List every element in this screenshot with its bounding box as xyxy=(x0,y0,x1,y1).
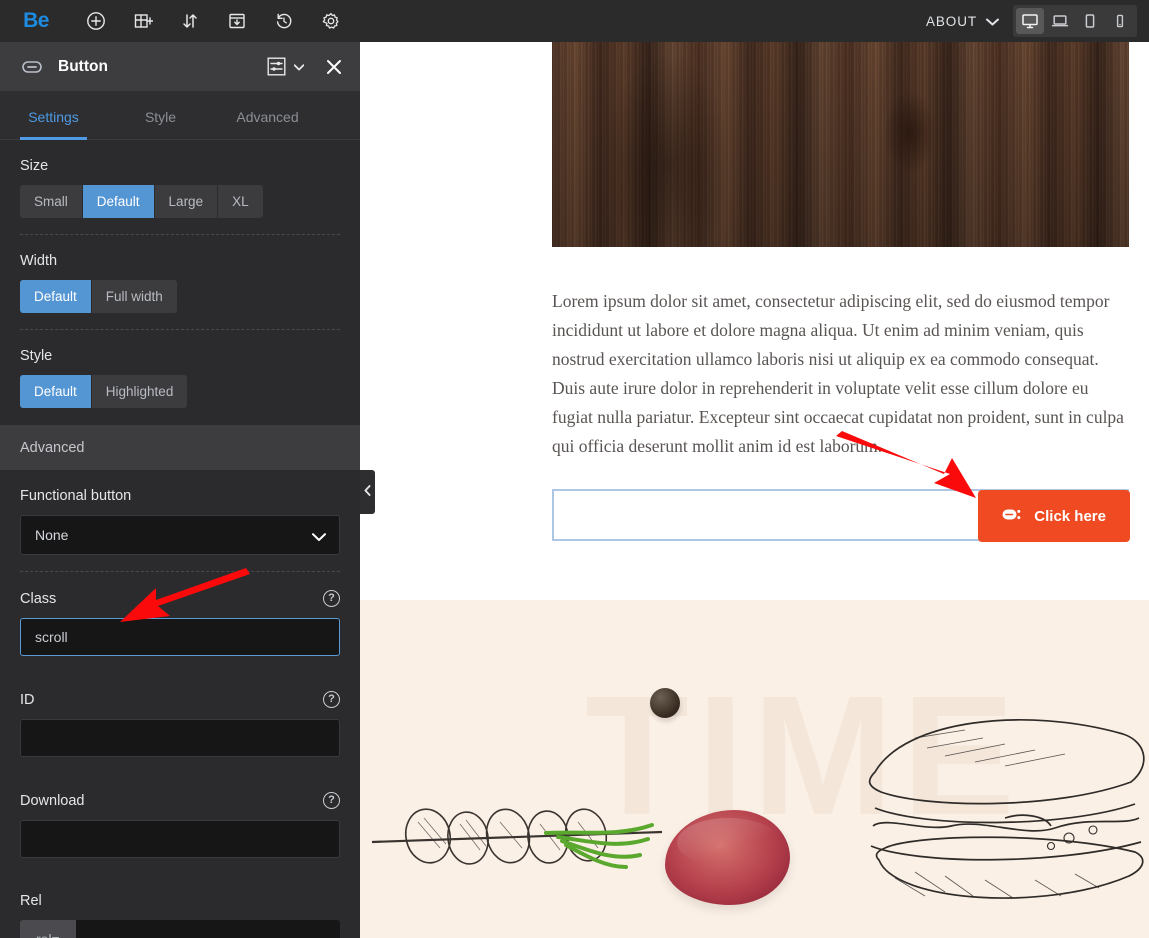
click-here-button-label: Click here xyxy=(1034,507,1106,525)
button-selection-outline: Click here xyxy=(552,489,1130,542)
download-field: Download ? xyxy=(0,774,360,875)
id-field: ID ? xyxy=(0,673,360,774)
size-option-default[interactable]: Default xyxy=(82,185,155,218)
help-icon[interactable]: ? xyxy=(323,691,340,708)
desktop-icon[interactable] xyxy=(1016,8,1044,34)
button-settings-panel: Button Settings Style Advanced Size Smal… xyxy=(0,42,360,938)
class-input[interactable] xyxy=(20,618,340,656)
help-icon[interactable]: ? xyxy=(323,590,340,607)
style-option-highlighted[interactable]: Highlighted xyxy=(91,375,188,408)
style-label: Style xyxy=(20,348,53,364)
rel-prefix: rel= xyxy=(20,920,76,938)
link-icon xyxy=(1002,508,1022,525)
id-input[interactable] xyxy=(20,719,340,757)
mobile-icon[interactable] xyxy=(1106,8,1134,34)
page-selector[interactable]: ABOUT xyxy=(926,14,999,29)
panel-tabs: Settings Style Advanced xyxy=(0,91,360,140)
advanced-section-header[interactable]: Advanced xyxy=(0,425,360,470)
add-icon[interactable] xyxy=(72,0,119,42)
functional-button-label: Functional button xyxy=(20,488,132,504)
style-field: Style Default Highlighted xyxy=(0,330,360,425)
tab-style[interactable]: Style xyxy=(107,91,214,140)
layout-settings-icon[interactable] xyxy=(263,55,289,79)
width-field: Width Default Full width xyxy=(0,235,360,330)
page-canvas[interactable]: Lorem ipsum dolor sit amet, consectetur … xyxy=(360,42,1149,938)
reorder-icon[interactable] xyxy=(166,0,213,42)
add-section-icon[interactable] xyxy=(119,0,166,42)
help-icon[interactable]: ? xyxy=(323,792,340,809)
download-label-row: Download ? xyxy=(20,792,340,809)
tab-advanced[interactable]: Advanced xyxy=(214,91,321,140)
button-icon xyxy=(22,60,42,73)
history-icon[interactable] xyxy=(260,0,307,42)
chevron-down-icon xyxy=(986,14,999,29)
chevron-left-icon xyxy=(364,483,371,501)
download-label: Download xyxy=(20,792,85,809)
panel-header: Button xyxy=(0,42,360,91)
size-field: Size Small Default Large XL xyxy=(0,140,360,235)
paragraph-text[interactable]: Lorem ipsum dolor sit amet, consectetur … xyxy=(552,287,1130,461)
laptop-icon[interactable] xyxy=(1046,8,1074,34)
editor-window: Be ABOUT Lorem ipsum dolor sit amet, con… xyxy=(0,0,1149,938)
sandwich-drawing xyxy=(868,719,1145,899)
tablet-icon[interactable] xyxy=(1076,8,1104,34)
panel-collapse-handle[interactable] xyxy=(360,470,375,514)
class-field: Class ? xyxy=(0,572,360,673)
functional-button-select-wrap: None xyxy=(20,515,340,555)
panel-body: Size Small Default Large XL Width Defaul… xyxy=(0,140,360,938)
width-label: Width xyxy=(20,253,58,269)
topbar-right-group: ABOUT xyxy=(926,5,1149,37)
herb-drawing xyxy=(544,823,654,869)
click-here-button[interactable]: Click here xyxy=(978,490,1130,542)
size-option-large[interactable]: Large xyxy=(154,185,219,218)
id-label-row: ID ? xyxy=(20,691,340,708)
tab-settings[interactable]: Settings xyxy=(0,91,107,140)
peppercorn xyxy=(650,688,680,718)
functional-button-select[interactable]: None xyxy=(20,515,340,555)
download-input[interactable] xyxy=(20,820,340,858)
panel-header-actions xyxy=(263,55,342,79)
class-label-row: Class ? xyxy=(20,590,340,607)
size-label: Size xyxy=(20,158,49,174)
rel-input-group: rel= xyxy=(20,920,340,938)
functional-button-field: Functional button None xyxy=(0,470,360,572)
rel-label: Rel xyxy=(20,893,42,909)
class-label: Class xyxy=(20,590,57,607)
close-icon[interactable] xyxy=(314,59,342,75)
page-selector-label: ABOUT xyxy=(925,13,977,29)
food-illustration-image[interactable]: TIME xyxy=(360,600,1149,938)
wood-texture-image[interactable] xyxy=(552,42,1129,247)
chevron-down-icon[interactable] xyxy=(289,58,314,76)
gear-icon[interactable] xyxy=(307,0,354,42)
panel-title: Button xyxy=(58,57,108,75)
save-template-icon[interactable] xyxy=(213,0,260,42)
size-option-small[interactable]: Small xyxy=(20,185,83,218)
rel-input[interactable] xyxy=(75,920,340,938)
width-segmented-control: Default Full width xyxy=(20,280,177,313)
toolbar-icon-group xyxy=(72,0,354,42)
device-switcher xyxy=(1013,5,1137,37)
id-label: ID xyxy=(20,691,35,708)
rel-field: Rel rel= xyxy=(0,875,360,938)
style-option-default[interactable]: Default xyxy=(20,375,92,408)
size-option-xl[interactable]: XL xyxy=(218,185,263,218)
width-option-full[interactable]: Full width xyxy=(91,280,177,313)
width-option-default[interactable]: Default xyxy=(20,280,92,313)
style-segmented-control: Default Highlighted xyxy=(20,375,188,408)
top-toolbar: Be ABOUT xyxy=(0,0,1149,42)
brand-logo[interactable]: Be xyxy=(0,9,72,33)
size-segmented-control: Small Default Large XL xyxy=(20,185,263,218)
